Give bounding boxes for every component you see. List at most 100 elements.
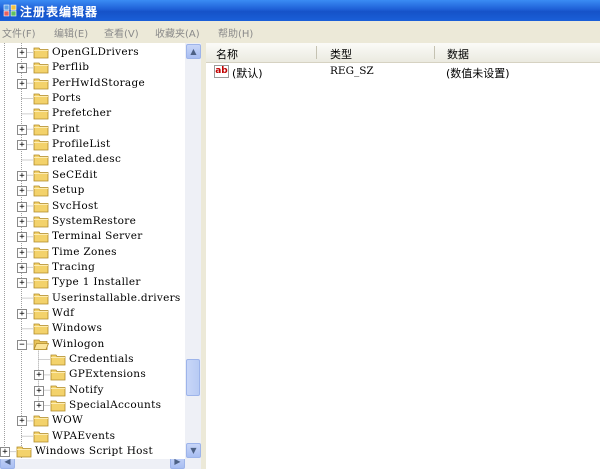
tree-item-label: Time Zones [52,245,117,258]
expand-icon[interactable]: + [17,216,27,227]
column-header-data[interactable]: 数据 [447,46,469,62]
collapse-icon[interactable]: − [17,339,27,350]
expand-icon[interactable]: + [17,48,27,58]
scroll-down-button[interactable]: ▼ [186,443,201,458]
tree-item-label: Windows Script Host [35,445,154,458]
tree-item-label: ProfileList [52,138,111,151]
folder-icon [16,446,32,458]
tree-item-label: GPExtensions [69,368,147,381]
folder-icon [33,47,49,59]
tree-item-label: OpenGLDrivers [52,46,139,58]
column-divider[interactable] [434,46,435,59]
menu-help[interactable]: 帮助(H) [218,25,253,40]
list-header: 名称 类型 数据 [206,43,600,63]
value-name: (默认) [232,67,263,80]
expand-icon[interactable]: + [34,401,44,412]
menu-favorites[interactable]: 收藏夹(A) [155,25,200,40]
value-data: (数值未设置) [446,67,510,80]
scroll-thumb[interactable] [186,359,200,396]
folder-icon [33,201,49,212]
open-folder-icon [33,339,49,350]
folder-icon [33,170,49,182]
folder-icon [33,293,49,304]
expand-icon[interactable]: + [17,78,27,89]
tree-item-label: Notify [69,383,104,396]
folder-icon [33,62,49,74]
folder-icon [33,139,49,151]
expand-icon[interactable]: + [17,201,27,212]
folder-icon [33,93,49,105]
menu-bar: 文件(F) 编辑(E) 查看(V) 收藏夹(A) 帮助(H) [0,21,600,44]
expand-icon[interactable]: + [34,370,44,381]
expand-icon[interactable]: + [17,308,27,319]
registry-values-pane[interactable]: 名称 类型 数据 ab (默认) REG_SZ (数值未设置) [206,43,600,469]
tree-item-label: Wdf [52,306,75,319]
tree-item-label: PerHwIdStorage [52,76,145,89]
expand-icon[interactable]: + [17,278,27,289]
expand-icon[interactable]: + [17,247,27,258]
scroll-right-button[interactable]: ▶ [170,459,185,469]
expand-icon[interactable]: + [0,447,10,458]
tree-item-label: Perflib [52,61,90,74]
scroll-left-button[interactable]: ◀ [0,459,15,469]
tree-item-label: WOW [52,414,84,427]
folder-icon [50,354,66,366]
column-divider[interactable] [316,46,317,59]
menu-edit[interactable]: 编辑(E) [54,25,88,40]
expand-icon[interactable]: + [34,385,44,396]
tree-item-label: Setup [52,184,85,197]
tree-item-label: SeCEdit [52,168,98,181]
tree-item-label: Tracing [52,260,96,273]
tree-item-label: related.desc [52,153,122,166]
menu-file[interactable]: 文件(F) [2,25,36,40]
menu-view[interactable]: 查看(V) [104,25,139,40]
scroll-up-button[interactable]: ▲ [186,44,201,59]
window-title: 注册表编辑器 [20,5,99,19]
folder-icon [50,400,66,412]
title-bar[interactable]: 注册表编辑器 [0,0,600,21]
folder-icon [33,155,49,166]
folder-icon [33,277,49,289]
folder-icon [33,262,49,274]
registry-tree-pane[interactable]: + OpenGLDrivers + Perflib + PerHwIdStorage Por… [0,43,202,469]
expand-icon[interactable]: + [17,262,27,273]
tree-item-label: WPAEvents [52,429,116,442]
folder-icon [33,185,49,197]
string-value-icon: ab [214,65,229,78]
tree-item-label: SystemRestore [52,214,137,227]
folder-icon [33,247,49,258]
expand-icon[interactable]: + [17,63,27,74]
tree-item-label: Windows [52,322,103,335]
expand-icon[interactable]: + [17,140,27,151]
tree-item-label: Ports [52,92,82,105]
tree-vertical-scrollbar[interactable]: ▲ ▼ [185,43,201,459]
value-type: REG_SZ [330,65,374,77]
expand-icon[interactable]: + [17,186,27,197]
tree-item-label: Type 1 Installer [52,276,141,289]
tree-item-label: Terminal Server [52,230,143,243]
tree-item-label: SpecialAccounts [69,399,162,412]
expand-icon[interactable]: + [17,124,27,135]
folder-icon [33,431,49,443]
tree-item-label: Print [52,122,80,135]
tree-item-label: Prefetcher [52,107,112,120]
folder-icon [33,108,49,120]
column-header-name[interactable]: 名称 [216,46,238,62]
folder-icon [33,124,49,136]
registry-editor-icon [3,4,17,17]
folder-icon [33,231,49,243]
expand-icon[interactable]: + [17,416,27,427]
expand-icon[interactable]: + [17,232,27,243]
tree-item-label: SvcHost [52,199,99,212]
folder-icon [50,385,66,397]
folder-icon [33,308,49,320]
tree-item-label: Credentials [69,353,134,365]
folder-icon [33,415,49,427]
tree-horizontal-scrollbar[interactable]: ◀ ▶ [0,459,201,469]
folder-icon [33,323,49,335]
column-header-type[interactable]: 类型 [330,46,352,62]
expand-icon[interactable]: + [17,170,27,181]
list-item[interactable]: ab (默认) REG_SZ (数值未设置) [206,64,600,80]
tree-item-label: Userinstallable.drivers [52,291,181,304]
tree-item-label: Winlogon [52,337,105,350]
